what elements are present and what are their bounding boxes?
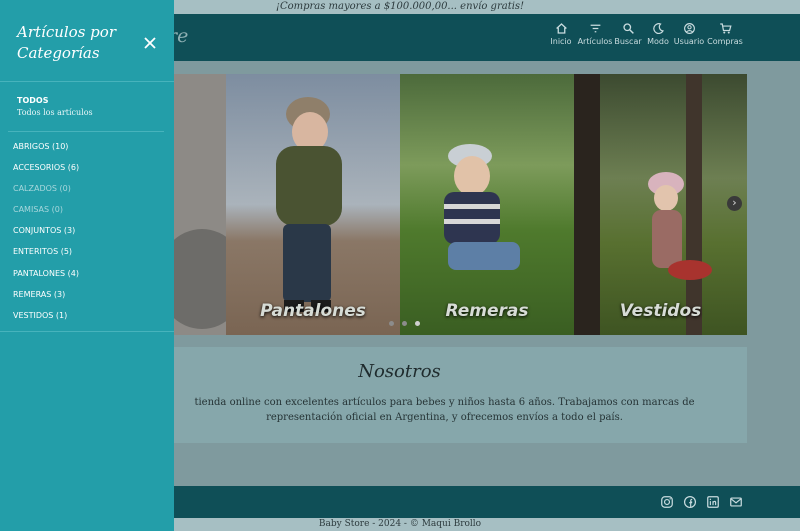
slide-photo (276, 97, 342, 312)
category-item-vestidos[interactable]: VESTIDOS (1) (13, 310, 79, 331)
nav-label: Inicio (550, 37, 572, 46)
sidebar-divider (0, 331, 174, 332)
category-item-calzados: CALZADOS (0) (13, 184, 71, 194)
category-item-pantalones[interactable]: PANTALONES (4) (13, 268, 79, 289)
nav-usuario[interactable]: Usuario (669, 22, 709, 46)
carousel-indicators (389, 311, 423, 330)
cart-icon (719, 23, 732, 34)
instagram-icon[interactable] (660, 495, 674, 509)
about-text: tienda online con excelentes artículos p… (194, 397, 695, 423)
carousel-slide[interactable]: Vestidos › (574, 74, 747, 335)
moon-icon (652, 23, 664, 35)
slide-photo (574, 74, 712, 335)
close-icon[interactable] (143, 36, 157, 50)
sidebar-divider (0, 81, 174, 82)
search-icon (622, 23, 634, 34)
category-item-enteritos[interactable]: ENTERITOS (5) (13, 246, 79, 267)
category-item-remeras[interactable]: REMERAS (3) (13, 289, 79, 310)
carousel-slide[interactable]: Pantalones (226, 74, 400, 335)
slide-label: Pantalones (260, 301, 366, 321)
carousel-indicator-active[interactable] (415, 321, 421, 326)
category-item-abrigos[interactable]: ABRIGOS (10) (13, 141, 79, 162)
user-icon (683, 23, 695, 34)
category-item-accesorios[interactable]: ACCESORIOS (6) (13, 162, 79, 183)
mail-icon[interactable] (729, 495, 743, 509)
carousel-indicator[interactable] (389, 321, 394, 326)
slide-label: Remeras (445, 301, 529, 321)
facebook-icon[interactable] (683, 495, 697, 509)
nav-compras[interactable]: Compras (705, 22, 745, 46)
carousel-next-button[interactable]: › (727, 196, 742, 211)
sidebar-divider (8, 131, 164, 132)
carousel-slide[interactable]: Remeras (400, 74, 574, 335)
linkedin-icon[interactable] (706, 495, 720, 509)
category-item-camisas: CAMISAS (0) (13, 205, 63, 215)
category-item-conjuntos[interactable]: CONJUNTOS (3) (13, 225, 79, 246)
all-articles-link[interactable]: TODOS Todos los artículos (17, 96, 93, 117)
nav-label: Compras (707, 37, 743, 46)
nav-label: Modo (647, 37, 669, 46)
carousel-indicator[interactable] (402, 321, 408, 326)
home-icon (555, 23, 567, 34)
sidebar-title: Artículos por Categorías (17, 23, 116, 62)
all-articles-heading: TODOS (17, 96, 49, 105)
slide-label: Vestidos (619, 301, 702, 321)
categories-sidebar: Artículos por Categorías TODOS Todos los… (0, 0, 174, 531)
chevron-right-icon: › (732, 196, 737, 209)
filter-icon (590, 24, 600, 33)
nav-label: Usuario (673, 37, 705, 46)
all-articles-subtitle: Todos los artículos (17, 108, 93, 117)
category-list: ABRIGOS (10) ACCESORIOS (6) CALZADOS (0)… (13, 141, 79, 331)
slide-photo (444, 144, 520, 270)
